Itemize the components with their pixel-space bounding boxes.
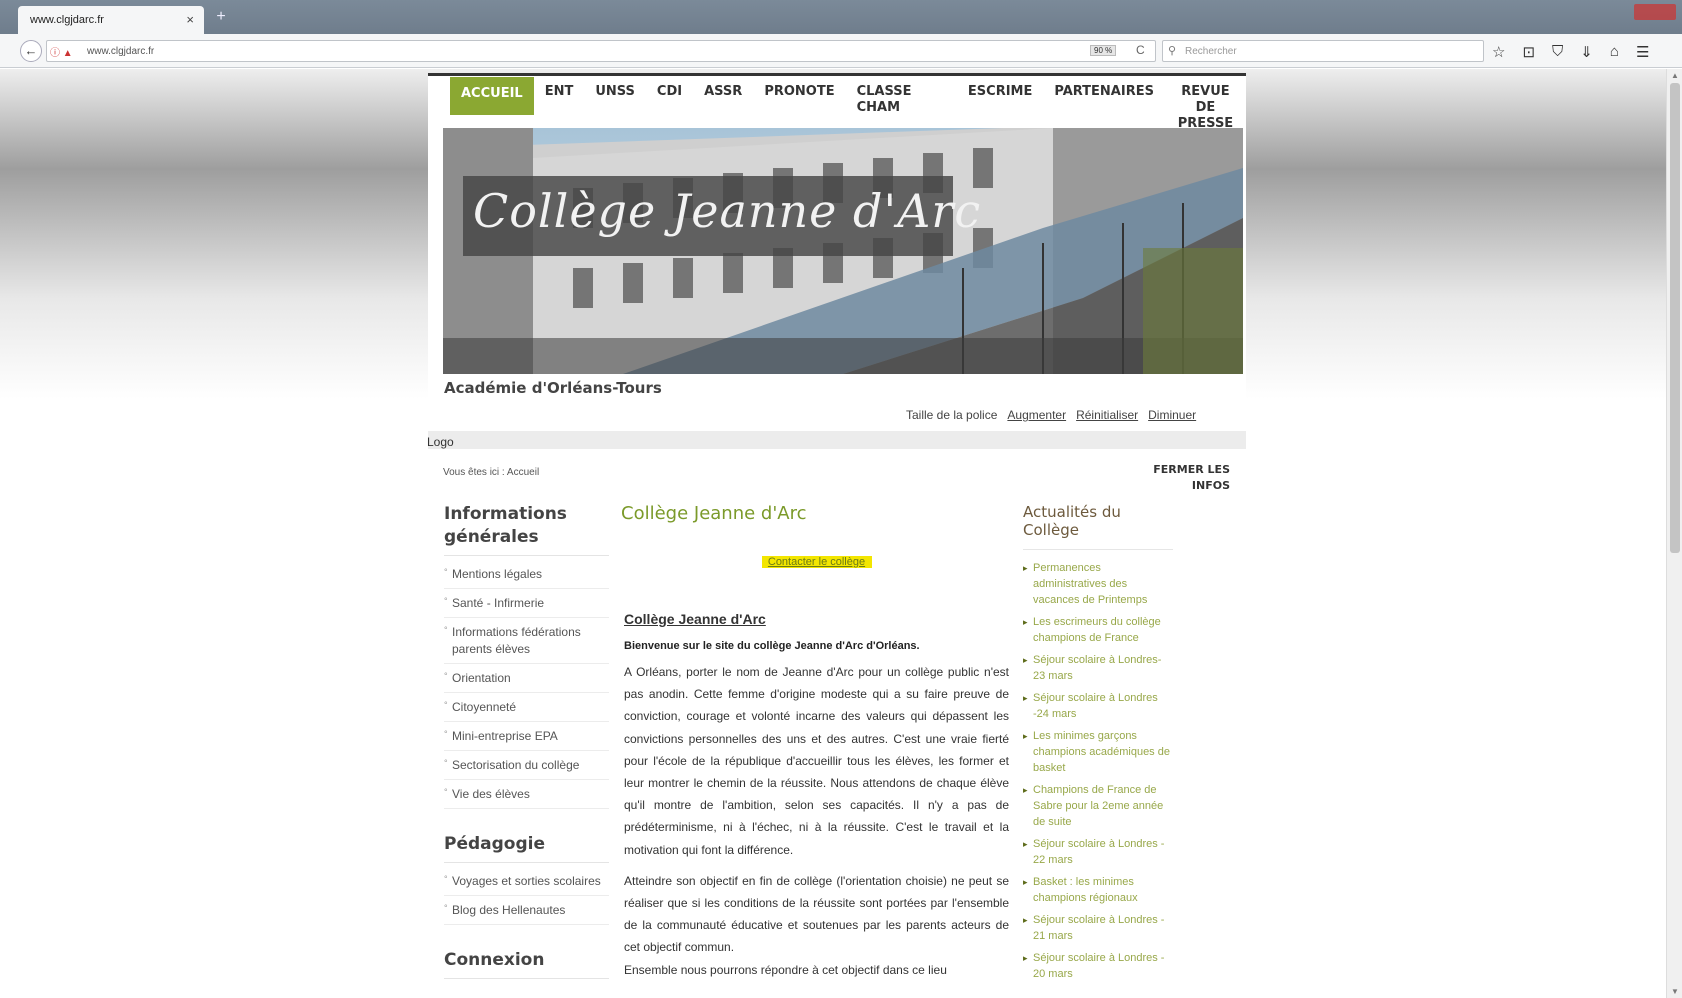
news-item[interactable]: Les escrimeurs du collège champions de F… — [1023, 614, 1173, 646]
menu-item-accueil[interactable]: ACCUEIL — [450, 77, 534, 115]
main-menu: ACCUEIL ENT UNSS CDI ASSR PRONOTE CLASSE… — [450, 77, 1246, 131]
article-lead: Bienvenue sur le site du collège Jeanne … — [624, 640, 920, 652]
menu-item-assr[interactable]: ASSR — [693, 77, 753, 115]
menu-item-revue-de-presse[interactable]: REVUE DE PRESSE — [1165, 77, 1246, 131]
new-tab-button[interactable]: + — [212, 8, 230, 26]
sidebar-item-mini-entreprise[interactable]: Mini-entreprise EPA — [444, 722, 609, 751]
font-size-label: Taille de la police — [906, 408, 998, 422]
news-item[interactable]: Champions de France de Sabre pour la 2em… — [1023, 782, 1173, 830]
zoom-level[interactable]: 90 % — [1090, 45, 1117, 56]
sidebar-item-orientation[interactable]: Orientation — [444, 664, 609, 693]
search-placeholder: Rechercher — [1185, 46, 1237, 57]
menu-item-escrime[interactable]: ESCRIME — [957, 77, 1043, 115]
sidebar-item-voyages[interactable]: Voyages et sorties scolaires — [444, 867, 609, 896]
contact-link[interactable]: Contacter le collège — [761, 556, 872, 568]
news-item[interactable]: Séjour scolaire à Londres - 20 mars — [1023, 950, 1173, 982]
browser-titlebar: www.clgjdarc.fr × + — [0, 0, 1682, 34]
back-arrow-icon[interactable]: ← — [20, 40, 42, 62]
browser-toolbar-icons: ☆ ⊡ ⛉ ⇓ ⌂ ☰ — [1492, 43, 1649, 61]
scrollbar-thumb[interactable] — [1670, 83, 1680, 553]
news-item[interactable]: Séjour scolaire à Londres - 21 mars — [1023, 912, 1173, 944]
main-content: Collège Jeanne d'Arc Contacter le collèg… — [621, 503, 1009, 981]
article-paragraph: A Orléans, porter le nom de Jeanne d'Arc… — [624, 665, 1009, 857]
browser-navbar: ← www.clgjdarc.fr ⓘ ▲ 90 % C Rechercher … — [0, 34, 1682, 68]
tab-close-icon[interactable]: × — [186, 12, 194, 27]
menu-item-ent[interactable]: ENT — [534, 77, 585, 115]
close-infos-button[interactable]: FERMER LES INFOS — [1150, 462, 1230, 494]
news-item[interactable]: Séjour scolaire à Londres- 23 mars — [1023, 652, 1173, 684]
browser-tab[interactable]: www.clgjdarc.fr × — [18, 6, 204, 34]
search-input[interactable]: Rechercher — [1162, 40, 1484, 62]
news-heading: Actualités du Collège — [1023, 503, 1173, 550]
page-title: Collège Jeanne d'Arc — [621, 503, 807, 524]
bookmark-star-icon[interactable]: ☆ — [1492, 43, 1505, 61]
site-container: ACCUEIL ENT UNSS CDI ASSR PRONOTE CLASSE… — [427, 73, 1246, 998]
scroll-down-icon[interactable]: ▼ — [1671, 987, 1679, 996]
window-controls[interactable] — [1634, 4, 1676, 20]
banner-title: Collège Jeanne d'Arc — [473, 184, 982, 238]
top-band — [428, 73, 1246, 76]
menu-item-partenaires[interactable]: PARTENAIRES — [1043, 77, 1165, 115]
article-paragraph: Atteindre son objectif en fin de collège… — [624, 873, 1009, 955]
font-increase-link[interactable]: Augmenter — [1007, 408, 1066, 422]
news-item[interactable]: Les minimes garçons champions académique… — [1023, 728, 1173, 776]
menu-item-pronote[interactable]: PRONOTE — [753, 77, 845, 115]
menu-item-unss[interactable]: UNSS — [584, 77, 646, 115]
sidebar-item-federations[interactable]: Informations fédérations parents élèves — [444, 618, 609, 664]
home-icon[interactable]: ⌂ — [1610, 43, 1619, 61]
news-item[interactable]: Basket : les minimes champions régionaux — [1023, 874, 1173, 906]
menu-item-classe-cham[interactable]: CLASSE CHAM — [846, 77, 957, 115]
sidebar-item-vie-eleves[interactable]: Vie des élèves — [444, 780, 609, 809]
reload-icon[interactable]: C — [1136, 43, 1145, 57]
sidebar-item-blog[interactable]: Blog des Hellenautes — [444, 896, 609, 925]
menu-icon[interactable]: ☰ — [1636, 43, 1649, 61]
tab-title: www.clgjdarc.fr — [30, 14, 104, 26]
sidebar-heading-info: Informations générales — [444, 503, 609, 556]
sidebar-item-mentions-legales[interactable]: Mentions légales — [444, 560, 609, 589]
logo-alt-text: Logo — [427, 435, 454, 449]
url-bar[interactable]: www.clgjdarc.fr — [46, 40, 1156, 62]
pedagogie-list: Voyages et sorties scolaires Blog des He… — [444, 867, 609, 925]
news-item[interactable]: Permanences administratives des vacances… — [1023, 560, 1173, 608]
reading-list-icon[interactable]: ⊡ — [1522, 43, 1535, 61]
sidebar-heading-pedagogie: Pédagogie — [444, 833, 609, 863]
news-item[interactable]: Séjour scolaire à Londres -24 mars — [1023, 690, 1173, 722]
news-list: Permanences administratives des vacances… — [1023, 560, 1173, 982]
menu-item-cdi[interactable]: CDI — [646, 77, 693, 115]
info-list: Mentions légales Santé - Infirmerie Info… — [444, 560, 609, 809]
left-sidebar: Informations générales Mentions légales … — [444, 503, 609, 979]
header-banner: Collège Jeanne d'Arc — [443, 128, 1243, 374]
page-viewport: ACCUEIL ENT UNSS CDI ASSR PRONOTE CLASSE… — [0, 69, 1666, 998]
sidebar-heading-connexion: Connexion — [444, 949, 609, 979]
font-decrease-link[interactable]: Diminuer — [1148, 408, 1196, 422]
font-reset-link[interactable]: Réinitialiser — [1076, 408, 1138, 422]
vertical-scrollbar[interactable]: ▲ ▼ — [1666, 69, 1682, 998]
search-icon: ⚲ — [1168, 45, 1177, 57]
font-size-controls: Taille de la police Augmenter Réinitiali… — [906, 408, 1196, 422]
article-paragraph: Ensemble nous pourrons répondre à cet ob… — [624, 962, 947, 977]
news-item[interactable]: Séjour scolaire à Londres - 22 mars — [1023, 836, 1173, 868]
site-info-icon[interactable]: ⓘ ▲ — [50, 44, 73, 59]
sidebar-item-sectorisation[interactable]: Sectorisation du collège — [444, 751, 609, 780]
news-sidebar: Actualités du Collège Permanences admini… — [1023, 503, 1173, 988]
url-text: www.clgjdarc.fr — [87, 46, 155, 57]
academie-label: Académie d'Orléans-Tours — [444, 379, 662, 397]
sidebar-item-citoyennete[interactable]: Citoyenneté — [444, 693, 609, 722]
article-heading[interactable]: Collège Jeanne d'Arc — [624, 611, 1009, 627]
sidebar-item-sante[interactable]: Santé - Infirmerie — [444, 589, 609, 618]
pocket-icon[interactable]: ⛉ — [1552, 43, 1563, 61]
scroll-up-icon[interactable]: ▲ — [1671, 71, 1679, 80]
downloads-icon[interactable]: ⇓ — [1580, 43, 1593, 61]
breadcrumb: Vous êtes ici : Accueil — [443, 467, 540, 478]
separator-band — [428, 431, 1246, 449]
